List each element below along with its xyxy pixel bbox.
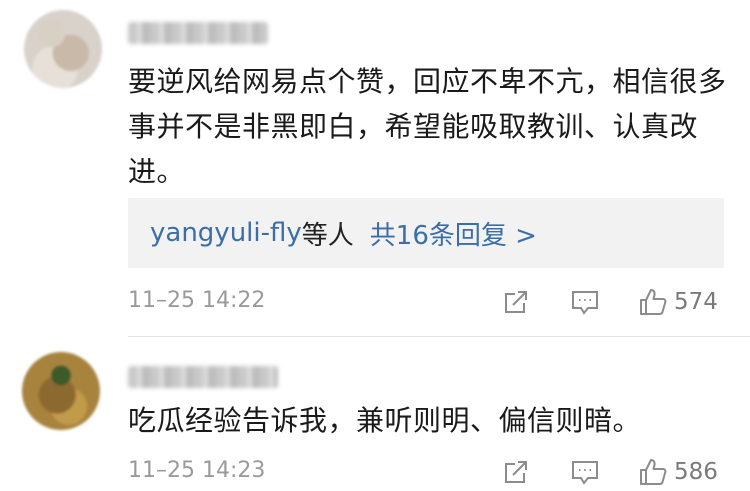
like-count: 586 <box>674 459 718 485</box>
share-button[interactable] <box>502 286 530 318</box>
timestamp: 11–25 14:23 <box>128 458 266 483</box>
comment-text: 要逆风给网易点个赞，回应不卑不亢，相信很多事并不是非黑即白，希望能吸取教训、认真… <box>128 65 727 188</box>
username-blurred[interactable] <box>128 366 278 388</box>
comment-meta: 11–25 14:22 574 <box>128 286 728 318</box>
like-button[interactable]: 586 <box>638 456 718 488</box>
thumbs-up-icon <box>640 459 667 485</box>
like-count: 574 <box>674 289 718 315</box>
comment-meta: 11–25 14:23 586 <box>128 456 728 488</box>
reply-suffix: 等人 <box>301 220 354 251</box>
like-button[interactable]: 574 <box>638 286 718 318</box>
share-icon <box>505 291 527 313</box>
comment-divider <box>128 336 750 337</box>
reply-button[interactable] <box>570 456 600 488</box>
username-blurred[interactable] <box>128 22 268 44</box>
replies-summary[interactable]: yangyuli-fly 等人 共16条回复 > <box>128 198 724 268</box>
thumbs-up-icon <box>640 289 667 315</box>
share-icon <box>505 461 527 483</box>
comment-text: 吃瓜经验告诉我，兼听则明、偏信则暗。 <box>128 404 642 437</box>
reply-user-link[interactable]: yangyuli-fly <box>150 218 302 248</box>
avatar[interactable] <box>22 352 100 430</box>
avatar[interactable] <box>24 10 102 88</box>
view-replies-link[interactable]: 共16条回复 > <box>370 215 537 252</box>
comment-icon <box>572 461 598 485</box>
comment-icon <box>572 291 598 315</box>
timestamp: 11–25 14:22 <box>128 288 266 313</box>
share-button[interactable] <box>502 456 530 488</box>
reply-button[interactable] <box>570 286 600 318</box>
